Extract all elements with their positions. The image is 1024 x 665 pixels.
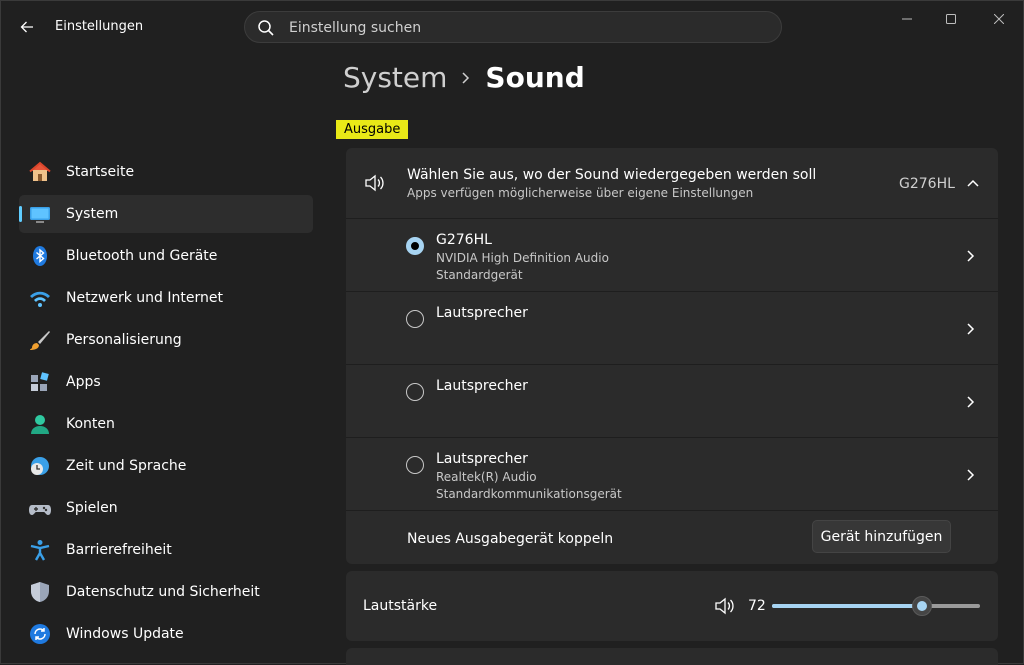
brush-icon [30,331,50,350]
device-radio[interactable] [406,237,424,255]
sidebar-item-accounts[interactable]: Konten [19,405,313,443]
chevron-right-icon [967,396,975,408]
device-row-g276hl[interactable]: G276HL NVIDIA High Definition Audio Stan… [346,218,998,292]
output-subtitle: Apps verfügen möglicherweise über eigene… [407,186,754,200]
sidebar-item-privacy[interactable]: Datenschutz und Sicherheit [19,573,313,611]
next-card-partial [346,648,998,665]
device-name: Lautsprecher [436,378,528,394]
device-name: Lautsprecher [436,305,528,321]
volume-slider-thumb[interactable] [912,596,932,616]
chevron-up-icon [967,179,979,187]
device-radio[interactable] [406,383,424,401]
chevron-right-icon [462,71,470,84]
volume-label: Lautstärke [363,598,438,614]
search-icon [258,20,274,36]
shield-icon [31,582,49,602]
device-row-lautsprecher-realtek[interactable]: Lautsprecher Realtek(R) Audio Standardko… [346,437,998,511]
breadcrumb: System Sound [343,61,585,94]
arrow-left-icon [20,21,33,33]
gamepad-icon [29,505,51,515]
sidebar-item-label: Zeit und Sprache [66,458,187,474]
app-title: Einstellungen [55,19,144,34]
bluetooth-icon [33,246,47,266]
page-title: Sound [485,61,585,94]
sidebar-item-label: Barrierefreiheit [66,542,172,558]
sidebar-item-system[interactable]: System [19,195,313,233]
device-status: Standardgerät [436,268,523,282]
sidebar-item-accessibility[interactable]: Barrierefreiheit [19,531,313,569]
pair-device-row: Neues Ausgabegerät koppeln Gerät hinzufü… [346,510,998,565]
device-row-lautsprecher-1[interactable]: Lautsprecher [346,291,998,365]
minimize-button[interactable] [887,9,927,29]
output-title: Wählen Sie aus, wo der Sound wiedergegeb… [407,167,817,183]
sidebar-item-windows-update[interactable]: Windows Update [19,615,313,653]
device-name: Lautsprecher [436,451,528,467]
output-header-row[interactable]: Wählen Sie aus, wo der Sound wiedergegeb… [346,148,998,218]
close-button[interactable] [979,9,1019,29]
active-indicator [19,206,22,222]
system-icon [30,207,50,223]
title-bar: Einstellungen [1,1,1023,55]
sidebar-item-label: Bluetooth und Geräte [66,248,218,264]
sidebar-item-personalization[interactable]: Personalisierung [19,321,313,359]
sidebar-item-apps[interactable]: Apps [19,363,313,401]
selected-device-value: G276HL [899,176,955,192]
sidebar-item-label: Spielen [66,500,118,516]
sidebar-item-label: Windows Update [66,626,184,642]
accessibility-icon [30,540,50,561]
sidebar-item-label: System [66,206,119,222]
wifi-icon [30,291,50,307]
device-status: Standardkommunikationsgerät [436,487,622,501]
output-card: Wählen Sie aus, wo der Sound wiedergegeb… [346,148,998,564]
device-name: G276HL [436,232,492,248]
account-icon [31,415,49,434]
clock-globe-icon [31,457,49,475]
sidebar-item-bluetooth[interactable]: Bluetooth und Geräte [19,237,313,275]
minimize-icon [902,18,912,20]
search-box[interactable] [244,11,782,44]
sidebar-item-label: Konten [66,416,115,432]
sidebar-item-gaming[interactable]: Spielen [19,489,313,527]
breadcrumb-system[interactable]: System [343,61,447,94]
search-input[interactable] [287,12,771,44]
add-device-button[interactable]: Gerät hinzufügen [812,520,951,553]
sidebar-item-network[interactable]: Netzwerk und Internet [19,279,313,317]
volume-value: 72 [748,598,766,614]
chevron-right-icon [967,250,975,262]
settings-window: Einstellungen System Sound Ausgabe Start… [0,0,1024,665]
sidebar-item-label: Startseite [66,164,135,180]
volume-slider-fill [772,604,922,608]
update-icon [30,624,50,644]
apps-icon [31,372,49,391]
volume-slider[interactable] [772,596,980,616]
device-driver: Realtek(R) Audio [436,470,537,484]
home-icon [29,161,51,181]
sidebar-item-label: Netzwerk und Internet [66,290,223,306]
chevron-right-icon [967,469,975,481]
section-label-output: Ausgabe [336,120,409,139]
sidebar-item-label: Personalisierung [66,332,182,348]
sidebar-item-time-language[interactable]: Zeit und Sprache [19,447,313,485]
device-radio[interactable] [406,310,424,328]
device-row-lautsprecher-2[interactable]: Lautsprecher [346,364,998,438]
back-button[interactable] [13,13,41,41]
maximize-button[interactable] [931,9,971,29]
chevron-right-icon [967,323,975,335]
sidebar-item-home[interactable]: Startseite [19,153,313,191]
close-icon [994,14,1004,24]
maximize-icon [946,14,956,24]
sidebar-item-label: Datenschutz und Sicherheit [66,584,260,600]
device-driver: NVIDIA High Definition Audio [436,251,609,265]
pair-label: Neues Ausgabegerät koppeln [407,531,614,547]
speaker-icon [365,174,384,192]
sidebar-item-label: Apps [66,374,101,390]
device-radio[interactable] [406,456,424,474]
volume-speaker-icon[interactable] [714,596,736,616]
